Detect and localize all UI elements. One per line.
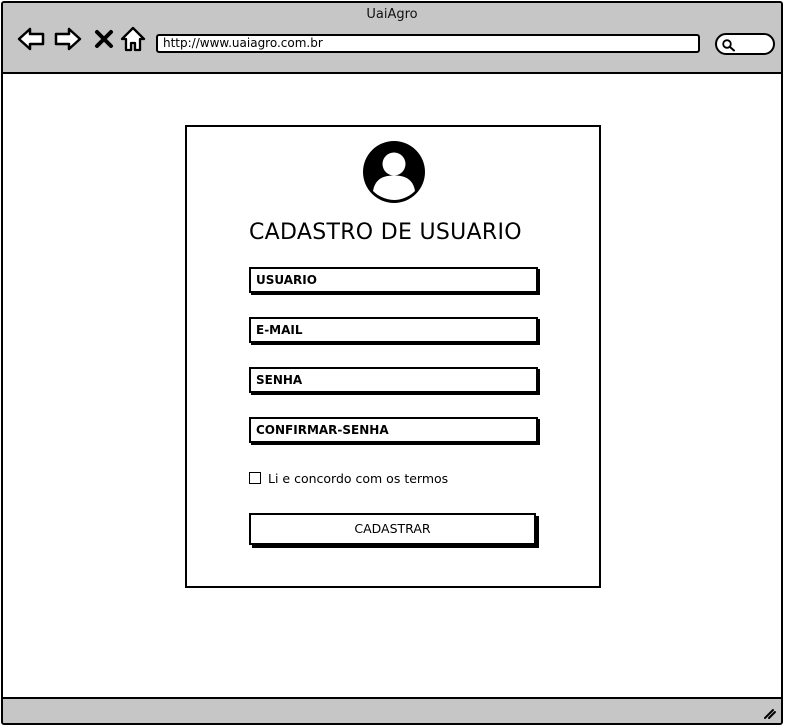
close-x-icon[interactable]	[90, 25, 118, 53]
senha-field[interactable]: SENHA	[249, 367, 538, 393]
form-title: CADASTRO DE USUARIO	[249, 220, 522, 245]
page-content: CADASTRO DE USUARIO USUARIO E-MAIL SENHA…	[3, 74, 781, 697]
email-field[interactable]: E-MAIL	[249, 317, 538, 343]
terms-row: Li e concordo com os termos	[249, 470, 448, 486]
window-title: UaiAgro	[366, 7, 418, 22]
terms-label: Li e concordo com os termos	[268, 470, 449, 486]
usuario-field[interactable]: USUARIO	[249, 267, 538, 293]
search-box[interactable]	[715, 33, 775, 55]
confirmar-senha-field[interactable]: CONFIRMAR-SENHA	[249, 417, 538, 443]
terms-checkbox[interactable]	[249, 472, 261, 484]
status-bar	[3, 697, 781, 723]
cadastrar-button[interactable]: CADASTRAR	[249, 513, 536, 545]
resize-grip-icon[interactable]	[761, 704, 777, 720]
url-bar[interactable]: http://www.uaiagro.com.br	[156, 34, 700, 53]
home-icon[interactable]	[119, 25, 147, 53]
user-avatar-icon	[363, 141, 425, 203]
forward-arrow-icon[interactable]	[54, 25, 82, 53]
browser-titlebar: UaiAgro http://www.uaiagro.com.br	[3, 3, 781, 74]
magnifier-icon	[722, 39, 735, 52]
back-arrow-icon[interactable]	[17, 25, 45, 53]
browser-window: UaiAgro http://www.uaiagro.com.br CADAST…	[1, 1, 783, 725]
registration-card: CADASTRO DE USUARIO USUARIO E-MAIL SENHA…	[185, 125, 601, 588]
